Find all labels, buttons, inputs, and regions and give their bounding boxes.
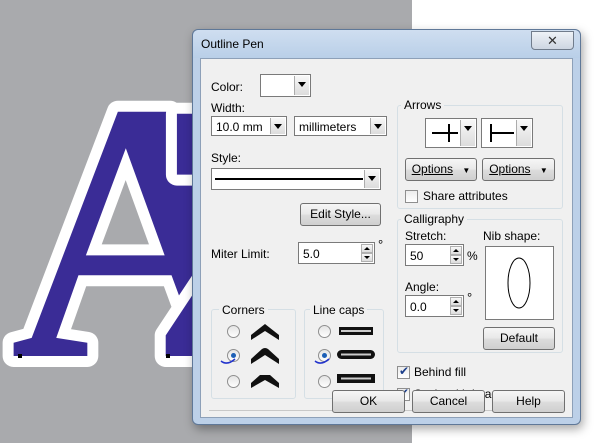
angle-value: 0.0 — [410, 300, 427, 314]
spin-down-icon[interactable] — [361, 253, 373, 262]
outline-pen-dialog: Outline Pen ✕ Color: Width: 10.0 mm mill… — [192, 29, 581, 425]
chevron-down-icon — [370, 118, 385, 134]
default-button[interactable]: Default — [483, 327, 555, 350]
nib-ellipse-icon — [507, 257, 531, 309]
chevron-down-icon — [294, 76, 309, 95]
arrow-start-icon — [448, 124, 450, 142]
close-icon: ✕ — [547, 33, 558, 48]
color-picker[interactable] — [260, 74, 311, 97]
share-attributes-label: Share attributes — [423, 189, 508, 203]
spin-down-icon[interactable] — [450, 306, 462, 315]
calligraphy-title: Calligraphy — [401, 212, 468, 226]
width-value: 10.0 mm — [216, 120, 263, 134]
chevron-down-icon — [516, 120, 531, 146]
miter-limit-input[interactable]: 5.0 — [298, 242, 375, 264]
angle-input[interactable]: 0.0 — [405, 295, 464, 317]
share-attributes-checkbox[interactable] — [405, 190, 418, 203]
stretch-input[interactable]: 50 — [405, 244, 464, 266]
help-button[interactable]: Help — [492, 390, 565, 413]
color-label: Color: — [211, 80, 244, 94]
dropdown-triangle-icon: ▼ — [462, 166, 471, 175]
miter-corner-icon — [251, 324, 279, 340]
miter-limit-label: Miter Limit: — [211, 247, 270, 261]
stretch-value: 50 — [410, 249, 424, 263]
degree-symbol: ° — [378, 237, 384, 252]
line-style-select[interactable] — [211, 168, 381, 190]
angle-label: Angle: — [405, 280, 440, 294]
chevron-down-icon — [364, 170, 379, 188]
width-combo[interactable]: 10.0 mm — [211, 116, 287, 136]
dialog-body: Color: Width: 10.0 mm millimeters Style:… — [200, 58, 573, 418]
percent-symbol: % — [467, 249, 478, 263]
start-arrow-select[interactable] — [425, 118, 477, 148]
selection-mark — [220, 358, 236, 364]
spin-up-icon[interactable] — [450, 246, 462, 255]
arrow-options-left-button[interactable]: Options ▼ — [405, 158, 477, 181]
stretch-label: Stretch: — [405, 229, 447, 243]
cancel-button[interactable]: Cancel — [412, 390, 485, 413]
ok-button[interactable]: OK — [332, 390, 405, 413]
corner-previews — [220, 324, 279, 388]
edit-style-button[interactable]: Edit Style... — [300, 203, 381, 226]
nib-shape-label: Nib shape: — [483, 229, 541, 243]
solid-line-preview — [215, 178, 363, 180]
arrows-title: Arrows — [401, 98, 445, 112]
miter-limit-value: 5.0 — [303, 247, 320, 261]
spin-down-icon[interactable] — [450, 255, 462, 264]
chevron-down-icon — [270, 118, 285, 134]
color-swatch — [263, 77, 295, 94]
behind-fill-checkbox[interactable] — [397, 364, 410, 379]
selection-mark — [314, 358, 330, 364]
round-corner-icon — [251, 348, 279, 364]
selection-handle[interactable] — [18, 354, 22, 358]
chevron-down-icon — [460, 120, 475, 146]
degree-symbol: ° — [467, 290, 473, 305]
selection-handle[interactable] — [166, 354, 170, 358]
corners-title: Corners — [219, 303, 268, 317]
units-value: millimeters — [299, 120, 357, 134]
width-label: Width: — [211, 101, 246, 115]
bevel-corner-icon — [251, 375, 279, 388]
style-label: Style: — [211, 151, 242, 165]
arrow-options-right-button[interactable]: Options ▼ — [482, 158, 555, 181]
close-button[interactable]: ✕ — [531, 31, 574, 50]
spin-up-icon[interactable] — [450, 297, 462, 306]
units-select[interactable]: millimeters — [294, 116, 387, 136]
nib-shape-preview[interactable] — [485, 246, 554, 320]
dialog-title: Outline Pen — [201, 37, 264, 51]
end-arrow-select[interactable] — [481, 118, 533, 148]
dropdown-triangle-icon: ▼ — [539, 166, 548, 175]
spin-up-icon[interactable] — [361, 244, 373, 253]
behind-fill-label: Behind fill — [414, 365, 467, 379]
title-bar[interactable]: Outline Pen ✕ — [193, 30, 580, 58]
line-cap-previews — [314, 327, 375, 383]
line-caps-title: Line caps — [310, 303, 368, 317]
